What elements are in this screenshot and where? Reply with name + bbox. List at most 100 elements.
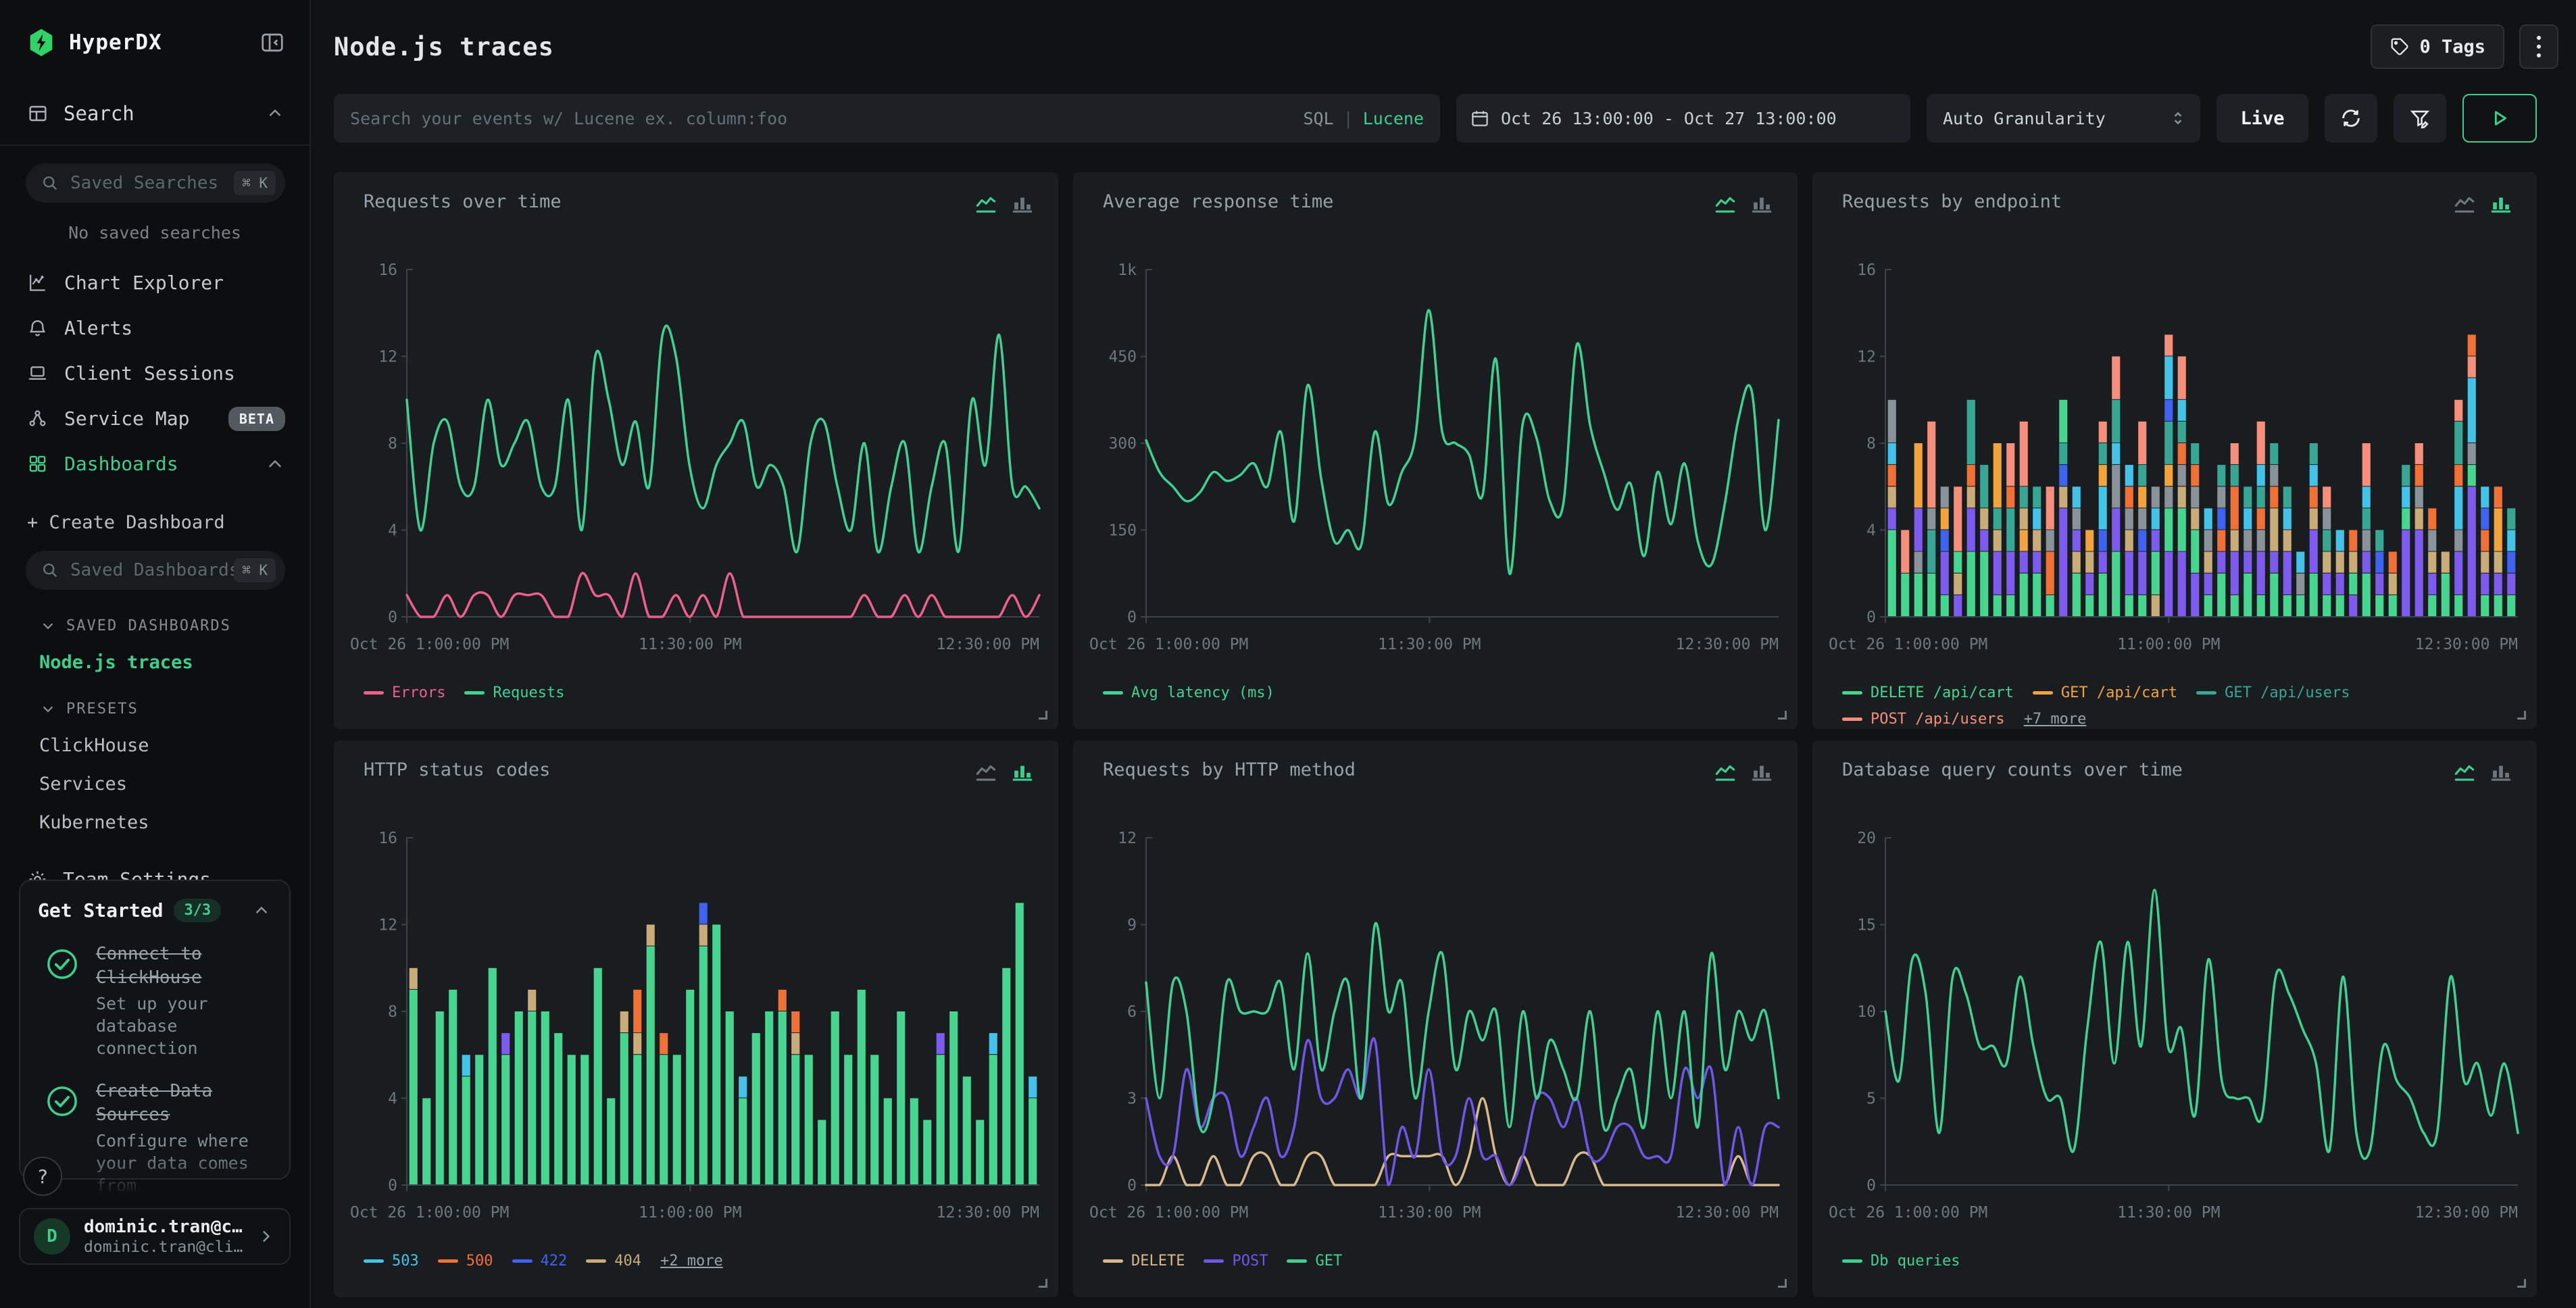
chart-canvas: 05101520Oct 26 1:00:00 PM11:30:00 PM12:3…: [1826, 827, 2526, 1235]
svg-text:Oct 26 1:00:00 PM: Oct 26 1:00:00 PM: [1829, 1204, 1987, 1222]
legend-dash: [364, 1259, 384, 1263]
panel-resize-handle[interactable]: [1778, 1279, 1787, 1288]
refresh-button[interactable]: [2325, 94, 2377, 143]
svg-text:4: 4: [1866, 522, 1876, 540]
live-button[interactable]: Live: [2216, 94, 2308, 143]
panel-resize-handle[interactable]: [2517, 1279, 2526, 1288]
saved-dashboards-section-header[interactable]: SAVED DASHBOARDS: [0, 617, 309, 634]
legend-item-avg-latency-ms: Avg latency (ms): [1103, 684, 1274, 701]
legend-more-link[interactable]: +7 more: [2024, 711, 2087, 728]
legend-item-db-queries: Db queries: [1842, 1253, 1960, 1269]
panel-resize-handle[interactable]: [1039, 1279, 1047, 1288]
more-options-button[interactable]: [2519, 24, 2558, 69]
search-section-icon: [27, 103, 49, 124]
sidebar-section-search[interactable]: Search: [0, 97, 309, 130]
line-view-toggle[interactable]: [973, 191, 999, 217]
sidebar-item-service-map[interactable]: Service MapBETA: [0, 396, 309, 441]
panel-resize-handle[interactable]: [2517, 711, 2526, 720]
legend-label: GET /api/users: [2225, 684, 2350, 701]
chart-title: Database query counts over time: [1842, 759, 2183, 780]
saved-dashboards-placeholder: Saved Dashboards: [70, 560, 234, 580]
bar-view-toggle[interactable]: [1749, 191, 1775, 217]
svg-text:5: 5: [1866, 1090, 1876, 1108]
main-content: Node.js traces 0 Tags Search your events…: [311, 0, 2576, 1308]
svg-text:Oct 26 1:00:00 PM: Oct 26 1:00:00 PM: [1089, 1204, 1248, 1222]
chevron-down-icon: [39, 617, 57, 634]
svg-text:16: 16: [378, 261, 397, 279]
saved-dashboard-node-js-traces[interactable]: Node.js traces: [0, 652, 309, 673]
tags-button[interactable]: 0 Tags: [2371, 24, 2504, 69]
preset-clickhouse[interactable]: ClickHouse: [0, 735, 309, 756]
legend-item-errors: Errors: [364, 684, 445, 701]
svg-text:6: 6: [1127, 1003, 1137, 1021]
saved-dashboards-input[interactable]: Saved Dashboards ⌘ K: [26, 551, 285, 590]
help-button[interactable]: ?: [23, 1157, 62, 1196]
svg-text:8: 8: [1866, 435, 1876, 453]
search-section-label: Search: [64, 102, 265, 125]
filter-button[interactable]: [2394, 94, 2446, 143]
get-started-card: Get Started 3/3 Connect to ClickHouseSet…: [19, 880, 291, 1180]
chart-legend: Db queries: [1842, 1253, 2521, 1269]
shortcut-badge: ⌘ K: [234, 558, 276, 582]
line-view-toggle[interactable]: [1712, 759, 1738, 785]
line-view-icon: [1712, 191, 1738, 217]
date-range-picker[interactable]: Oct 26 13:00:00 - Oct 27 13:00:00: [1456, 94, 1910, 143]
user-menu[interactable]: D dominic.tran@c… dominic.tran@cli…: [19, 1208, 291, 1265]
granularity-select[interactable]: Auto Granularity: [1927, 94, 2200, 143]
get-started-item-create-data-sources[interactable]: Create Data SourcesConfigure where your …: [38, 1080, 272, 1197]
client-sessions-icon: [27, 363, 48, 384]
legend-label: 500: [466, 1253, 493, 1269]
select-chevrons-icon: [2168, 108, 2188, 128]
bar-view-toggle[interactable]: [1749, 759, 1775, 785]
sidebar-item-label: Client Sessions: [64, 362, 235, 384]
sidebar-divider: [0, 145, 309, 146]
search-icon: [41, 561, 59, 580]
svg-text:1k: 1k: [1118, 261, 1137, 279]
sidebar-item-client-sessions[interactable]: Client Sessions: [0, 351, 309, 396]
bar-view-toggle[interactable]: [2488, 191, 2514, 217]
svg-text:0: 0: [1866, 609, 1876, 626]
get-started-item-title: Create Data Sources: [96, 1080, 265, 1127]
chart-panel-requests-over-time: Requests over time0481216Oct 26 1:00:00 …: [334, 172, 1058, 729]
line-view-icon: [2452, 191, 2477, 217]
bar-view-toggle[interactable]: [1010, 191, 1035, 217]
svg-text:16: 16: [1857, 261, 1876, 279]
get-started-item-connect-to-clickhouse[interactable]: Connect to ClickHouseSet up your databas…: [38, 942, 272, 1059]
panel-resize-handle[interactable]: [1039, 711, 1047, 720]
chevron-up-icon[interactable]: [265, 103, 285, 124]
event-search-input[interactable]: Search your events w/ Lucene ex. column:…: [334, 94, 1440, 143]
legend-label: Avg latency (ms): [1131, 684, 1274, 701]
svg-text:12: 12: [378, 349, 397, 366]
chevron-up-icon[interactable]: [251, 901, 272, 921]
sidebar-item-dashboards[interactable]: Dashboards: [0, 441, 309, 486]
date-range-value: Oct 26 13:00:00 - Oct 27 13:00:00: [1501, 109, 1837, 128]
line-view-icon: [973, 191, 999, 217]
sql-mode-toggle[interactable]: SQL: [1303, 109, 1333, 128]
sidebar-collapse-icon[interactable]: [259, 30, 285, 55]
line-view-toggle[interactable]: [973, 759, 999, 785]
presets-section-header[interactable]: PRESETS: [0, 700, 309, 718]
line-view-toggle[interactable]: [2452, 759, 2477, 785]
create-dashboard-button[interactable]: + Create Dashboard: [0, 512, 309, 533]
legend-dash: [364, 691, 384, 695]
bar-view-toggle[interactable]: [2488, 759, 2514, 785]
bar-view-toggle[interactable]: [1010, 759, 1035, 785]
panel-resize-handle[interactable]: [1778, 711, 1787, 720]
line-view-toggle[interactable]: [2452, 191, 2477, 217]
legend-dash: [438, 1259, 458, 1263]
sidebar-item-alerts[interactable]: Alerts: [0, 305, 309, 351]
preset-services[interactable]: Services: [0, 774, 309, 795]
sidebar-item-chart-explorer[interactable]: Chart Explorer: [0, 260, 309, 305]
line-view-icon: [2452, 759, 2477, 785]
saved-searches-input[interactable]: Saved Searches ⌘ K: [26, 164, 285, 203]
run-query-button[interactable]: [2462, 94, 2537, 143]
legend-dash: [1842, 1259, 1862, 1263]
svg-text:15: 15: [1857, 917, 1876, 934]
lucene-mode-toggle[interactable]: Lucene: [1363, 109, 1424, 128]
preset-kubernetes[interactable]: Kubernetes: [0, 812, 309, 833]
line-view-toggle[interactable]: [1712, 191, 1738, 217]
legend-more-link[interactable]: +2 more: [660, 1253, 723, 1269]
chart-title: Average response time: [1103, 191, 1333, 212]
legend-label: 404: [614, 1253, 641, 1269]
sidebar: HyperDX Search Saved Searches ⌘ K No sav…: [0, 0, 311, 1308]
